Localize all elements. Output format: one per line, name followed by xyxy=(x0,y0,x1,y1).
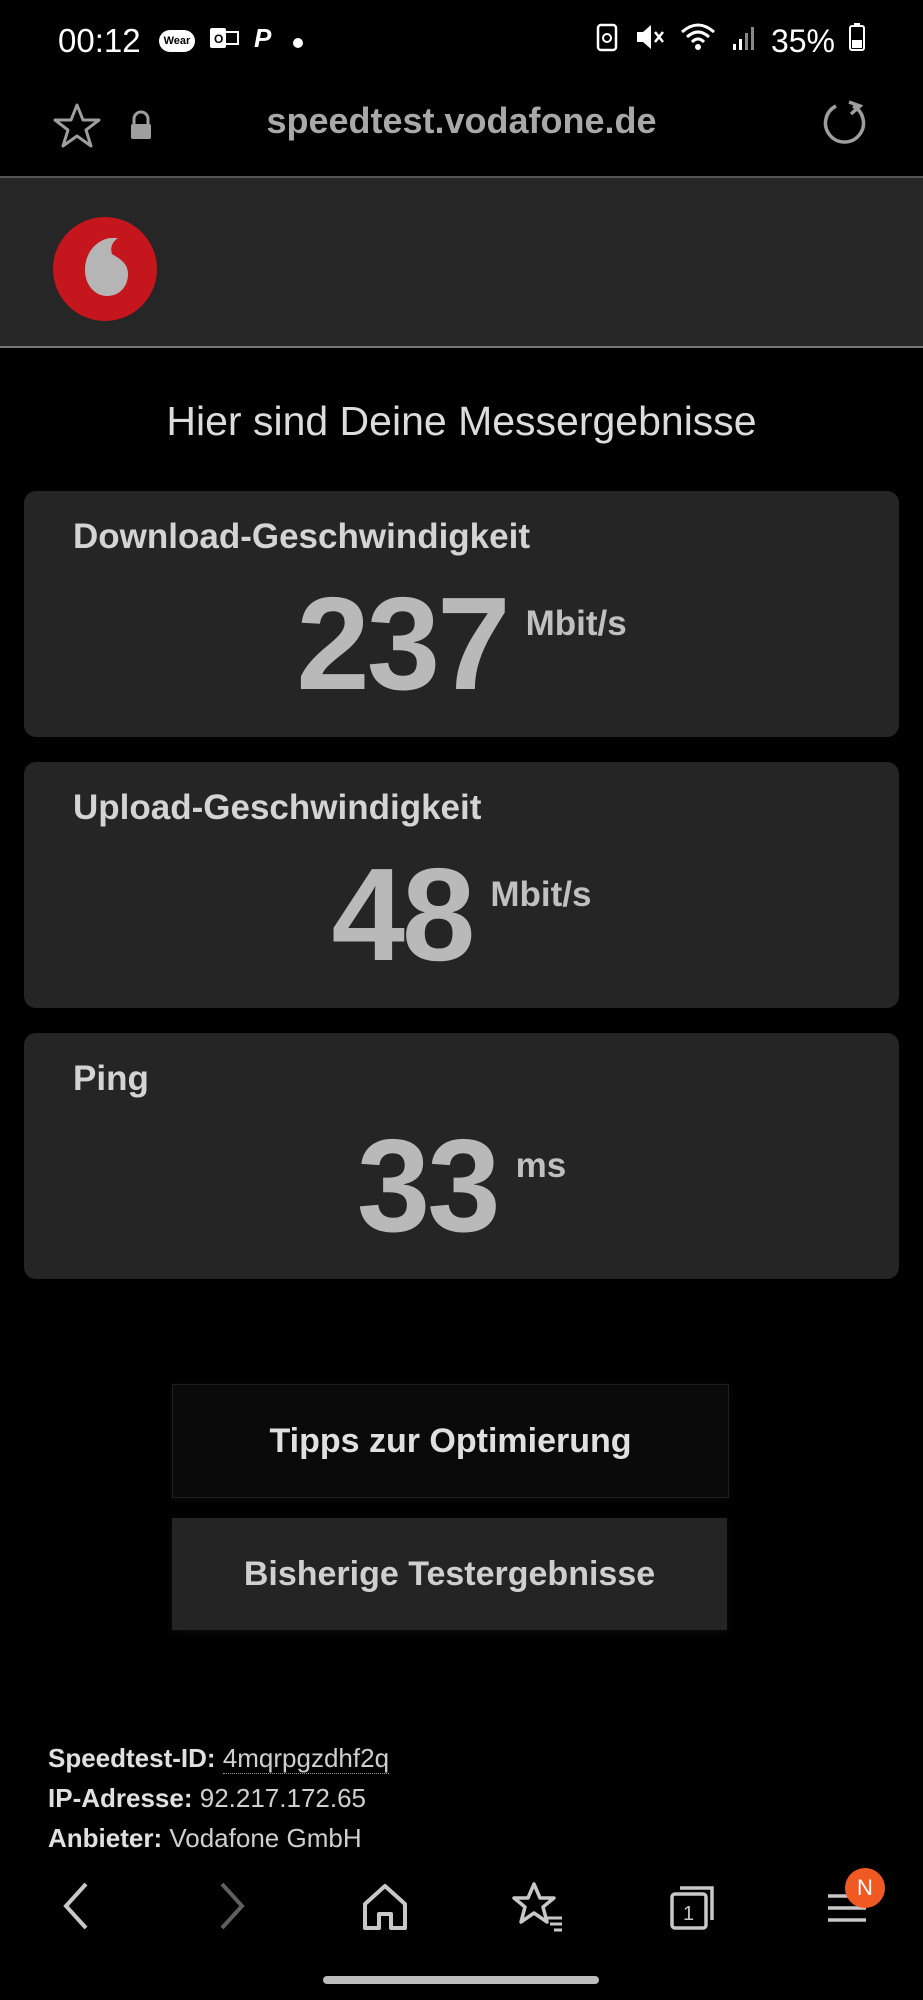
reload-icon[interactable] xyxy=(820,98,870,153)
outlook-icon: O xyxy=(209,25,240,58)
upload-value-row: 48 Mbit/s xyxy=(24,841,899,988)
menu-notification-badge: N xyxy=(845,1868,885,1908)
upload-card: Upload-Geschwindigkeit 48 Mbit/s xyxy=(24,762,899,1008)
browser-bottom-nav: 1 xyxy=(0,1858,923,1958)
notification-dot-icon xyxy=(291,26,305,57)
speedtest-id-row: Speedtest-ID: 4mqrpgzdhf2q xyxy=(48,1738,390,1778)
status-bar-left: 00:12 Wear O P xyxy=(58,22,305,60)
ping-unit: ms xyxy=(515,1146,567,1185)
download-card: Download-Geschwindigkeit 237 Mbit/s xyxy=(24,491,899,737)
provider-value: Vodafone GmbH xyxy=(169,1823,362,1853)
bookmarks-icon[interactable] xyxy=(512,1878,564,1939)
svg-text:1: 1 xyxy=(683,1903,694,1925)
paypal-icon: P xyxy=(253,23,277,59)
test-info: Speedtest-ID: 4mqrpgzdhf2q IP-Adresse: 9… xyxy=(48,1738,390,1858)
upload-label: Upload-Geschwindigkeit xyxy=(73,788,482,827)
svg-text:O: O xyxy=(214,32,223,46)
wifi-icon xyxy=(679,22,717,60)
battery-percent: 35% xyxy=(770,22,835,59)
page-title: Hier sind Deine Messergebnisse xyxy=(166,398,757,444)
forward-icon[interactable] xyxy=(212,1878,252,1939)
ping-value: 33 xyxy=(356,1112,501,1259)
download-label: Download-Geschwindigkeit xyxy=(73,517,530,556)
download-unit: Mbit/s xyxy=(525,604,627,643)
history-button[interactable]: Bisherige Testergebnisse xyxy=(172,1518,727,1630)
ip-label: IP-Adresse: xyxy=(48,1783,193,1813)
vodafone-logo-icon[interactable] xyxy=(52,216,158,327)
tabs-icon[interactable]: 1 xyxy=(668,1878,718,1939)
upload-value: 48 xyxy=(331,841,476,988)
ip-row: IP-Adresse: 92.217.172.65 xyxy=(48,1778,389,1818)
download-value-row: 237 Mbit/s xyxy=(24,570,899,717)
ip-value: 92.217.172.65 xyxy=(199,1783,367,1813)
svg-text:P: P xyxy=(254,24,272,52)
provider-label: Anbieter: xyxy=(48,1823,163,1853)
speedtest-id-value[interactable]: 4mqrpgzdhf2q xyxy=(222,1743,390,1774)
ping-value-row: 33 ms xyxy=(24,1112,899,1259)
provider-row: Anbieter: Vodafone GmbH xyxy=(48,1818,389,1858)
status-bar: 00:12 Wear O P 35% xyxy=(0,0,923,82)
back-icon[interactable] xyxy=(56,1878,96,1939)
signal-icon xyxy=(731,23,757,60)
ping-label: Ping xyxy=(73,1059,149,1098)
wear-icon: Wear xyxy=(158,30,196,52)
download-value: 237 xyxy=(296,570,510,717)
site-header xyxy=(0,178,923,348)
recycle-icon xyxy=(595,22,619,60)
speedtest-id-label: Speedtest-ID: xyxy=(48,1743,216,1773)
status-time: 00:12 xyxy=(58,22,141,59)
mute-icon xyxy=(633,22,665,60)
browser-url-bar: speedtest.vodafone.de xyxy=(0,82,923,178)
status-bar-right: 35% xyxy=(595,22,865,60)
upload-unit: Mbit/s xyxy=(490,875,592,914)
home-icon[interactable] xyxy=(360,1878,410,1939)
tips-button[interactable]: Tipps zur Optimierung xyxy=(172,1384,729,1498)
url-text[interactable]: speedtest.vodafone.de xyxy=(0,100,923,142)
home-indicator[interactable] xyxy=(323,1976,599,1984)
battery-icon xyxy=(849,22,865,60)
ping-card: Ping 33 ms xyxy=(24,1033,899,1279)
